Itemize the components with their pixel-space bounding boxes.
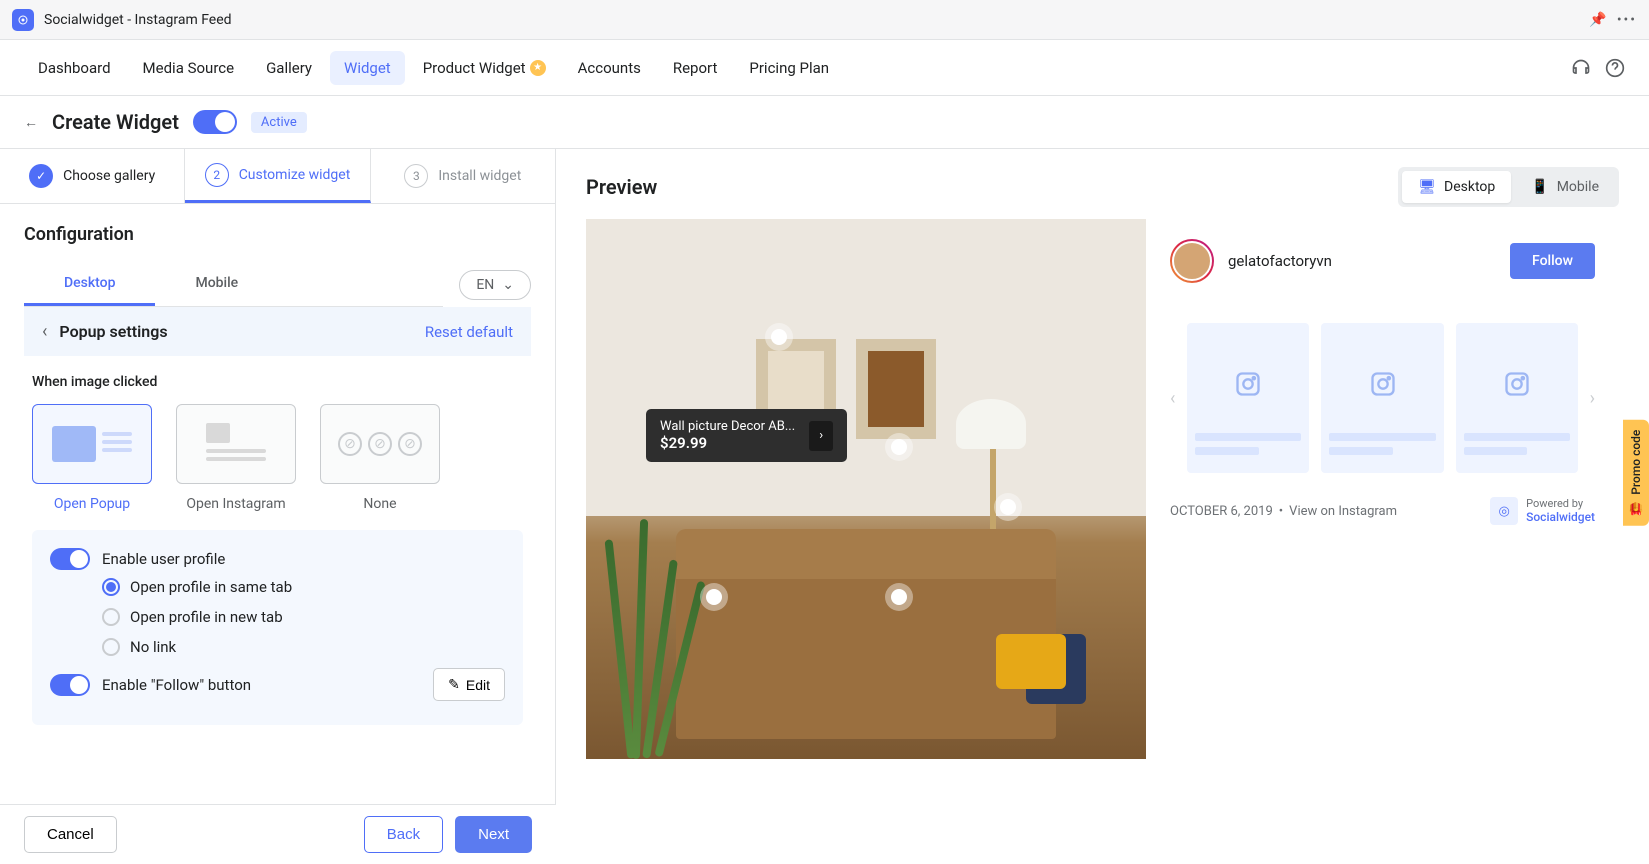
nav-gallery[interactable]: Gallery [252, 51, 326, 85]
product-price: $29.99 [660, 434, 795, 452]
option-none[interactable]: ⊘⊘⊘ None [320, 404, 440, 512]
preview-mobile-btn[interactable]: 📱 Mobile [1515, 171, 1615, 203]
app-title: Socialwidget - Instagram Feed [44, 12, 232, 28]
preview-sidebar: gelatofactoryvn Follow ‹ [1146, 219, 1619, 759]
chevron-left-icon[interactable]: ‹ [42, 321, 47, 342]
tab-mobile[interactable]: Mobile [155, 263, 278, 306]
page-title: Create Widget [52, 110, 179, 134]
desktop-icon: 🖥 [1418, 179, 1436, 195]
option-open-instagram[interactable]: Open Instagram [176, 404, 296, 512]
pin-icon[interactable]: 📌 [1589, 12, 1606, 28]
next-button[interactable]: Next [455, 816, 532, 853]
help-icon[interactable] [1605, 58, 1625, 78]
edit-button[interactable]: ✎ Edit [433, 668, 505, 701]
preview-canvas: Wall picture Decor AB... $29.99 › gelato… [586, 219, 1619, 759]
thumb-prev-icon[interactable]: ‹ [1170, 388, 1175, 409]
product-name: Wall picture Decor AB... [660, 419, 795, 434]
preview-image: Wall picture Decor AB... $29.99 › [586, 219, 1146, 759]
thumb-placeholder[interactable] [1187, 323, 1309, 473]
radio-same-tab[interactable]: Open profile in same tab [102, 578, 505, 596]
app-icon [12, 9, 34, 31]
enable-profile-toggle[interactable] [50, 548, 90, 570]
back-arrow-icon[interactable]: ← [24, 114, 38, 131]
username[interactable]: gelatofactoryvn [1228, 252, 1496, 270]
status-badge: Active [251, 112, 307, 133]
nav-accounts[interactable]: Accounts [564, 51, 655, 85]
view-on-instagram-link[interactable]: View on Instagram [1289, 504, 1397, 519]
step-customize-widget[interactable]: 2 Customize widget [185, 149, 370, 203]
main-nav: Dashboard Media Source Gallery Widget Pr… [0, 40, 1649, 96]
enable-follow-label: Enable "Follow" button [102, 676, 251, 694]
radio-icon [102, 578, 120, 596]
titlebar: Socialwidget - Instagram Feed 📌 ••• [0, 0, 1649, 40]
socialwidget-icon: ◎ [1490, 497, 1518, 525]
page-header: ← Create Widget Active [0, 96, 1649, 149]
follow-button[interactable]: Follow [1510, 243, 1595, 279]
thumb-next-icon[interactable]: › [1590, 388, 1595, 409]
hotspot[interactable] [706, 589, 722, 605]
step-choose-gallery[interactable]: ✓ Choose gallery [0, 149, 185, 203]
check-icon: ✓ [29, 164, 53, 188]
reset-default-link[interactable]: Reset default [425, 323, 513, 341]
preview-device-switch: 🖥 Desktop 📱 Mobile [1398, 167, 1619, 207]
more-icon[interactable]: ••• [1617, 12, 1637, 28]
radio-no-link[interactable]: No link [102, 638, 505, 656]
nav-media-source[interactable]: Media Source [129, 51, 249, 85]
tab-desktop[interactable]: Desktop [24, 263, 155, 306]
nav-pricing[interactable]: Pricing Plan [735, 51, 843, 85]
popup-settings-header: ‹ Popup settings Reset default [24, 307, 531, 356]
radio-icon [102, 638, 120, 656]
footer-actions: Cancel Back Next [0, 804, 556, 864]
back-button[interactable]: Back [364, 816, 443, 853]
step-install-widget[interactable]: 3 Install widget [371, 149, 555, 203]
hotspot[interactable] [1000, 499, 1016, 515]
when-clicked-label: When image clicked [32, 374, 523, 390]
hotspot[interactable] [891, 589, 907, 605]
tooltip-arrow-icon[interactable]: › [809, 421, 833, 451]
product-tooltip: Wall picture Decor AB... $29.99 › [646, 409, 847, 462]
mobile-icon: 📱 [1531, 179, 1548, 195]
preview-desktop-btn[interactable]: 🖥 Desktop [1402, 171, 1511, 203]
hotspot[interactable] [771, 329, 787, 345]
thumb-placeholder[interactable] [1321, 323, 1443, 473]
post-date: OCTOBER 6, 2019 [1170, 504, 1273, 519]
thumb-placeholder[interactable] [1456, 323, 1578, 473]
nav-widget[interactable]: Widget [330, 51, 405, 85]
wizard-steps: ✓ Choose gallery 2 Customize widget 3 In… [0, 149, 555, 204]
preview-heading: Preview [586, 175, 657, 199]
nav-dashboard[interactable]: Dashboard [24, 51, 125, 85]
enable-follow-toggle[interactable] [50, 674, 90, 696]
option-open-popup[interactable]: Open Popup [32, 404, 152, 512]
radio-icon [102, 608, 120, 626]
hotspot[interactable] [891, 439, 907, 455]
language-select[interactable]: EN ⌄ [459, 270, 531, 300]
nav-report[interactable]: Report [659, 51, 732, 85]
headset-icon[interactable] [1571, 58, 1591, 78]
gift-icon: 🎁 [1629, 501, 1643, 516]
section-title: Popup settings [59, 322, 167, 341]
cancel-button[interactable]: Cancel [24, 816, 117, 853]
enable-profile-label: Enable user profile [102, 550, 225, 568]
nav-product-widget[interactable]: Product Widget★ [409, 51, 560, 85]
configuration-heading: Configuration [24, 224, 531, 245]
star-badge-icon: ★ [530, 60, 546, 76]
promo-code-tab[interactable]: 🎁 Promo code [1623, 420, 1649, 526]
active-toggle[interactable] [193, 110, 237, 134]
radio-new-tab[interactable]: Open profile in new tab [102, 608, 505, 626]
powered-by[interactable]: ◎ Powered by Socialwidget [1490, 497, 1595, 525]
chevron-down-icon: ⌄ [502, 277, 514, 293]
avatar[interactable] [1170, 239, 1214, 283]
edit-icon: ✎ [448, 676, 460, 693]
